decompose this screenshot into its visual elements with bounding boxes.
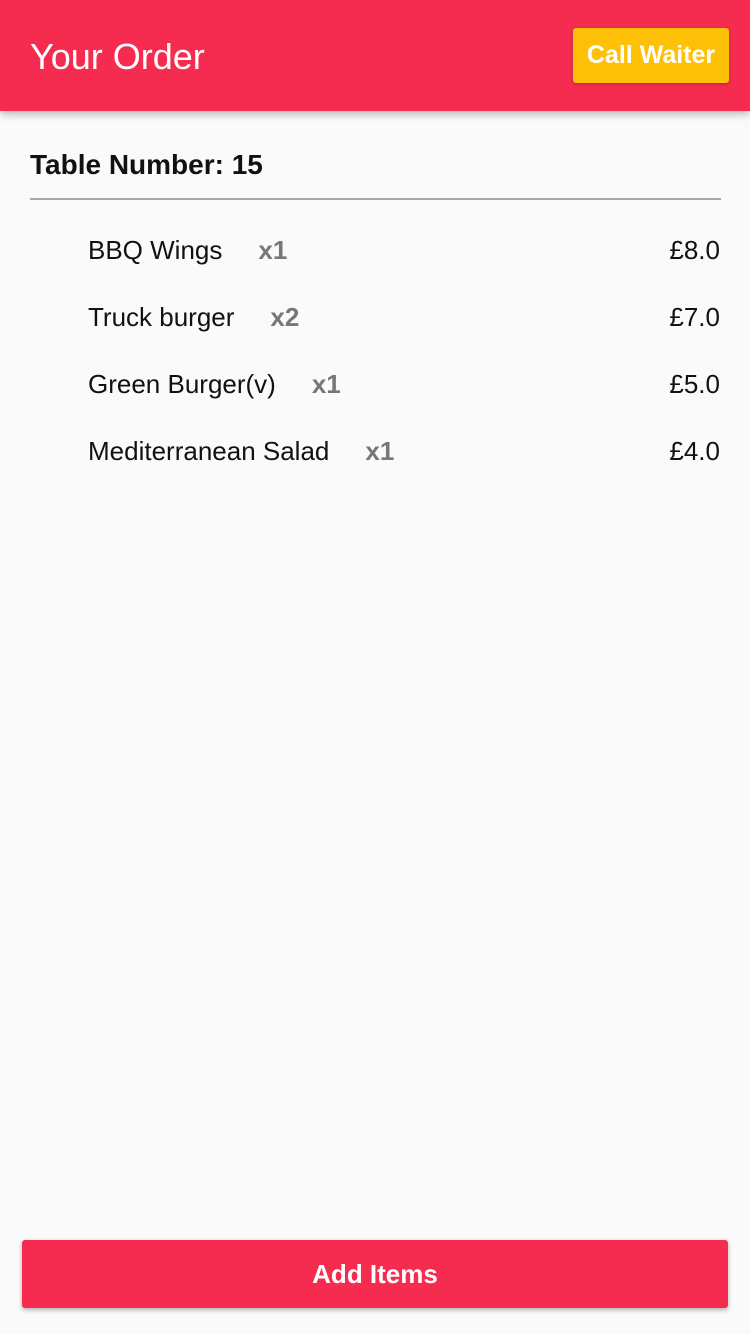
order-item-name: Mediterranean Salad x1 (88, 435, 394, 467)
add-items-button[interactable]: Add Items (22, 1240, 728, 1308)
call-waiter-button[interactable]: Call Waiter (573, 28, 729, 83)
table-number: Table Number: 15 (30, 149, 263, 180)
order-item-price: £7.0 (669, 302, 720, 332)
order-item-name-text: BBQ Wings (88, 235, 223, 265)
order-item: BBQ Wings x1 £8.0 (0, 217, 750, 284)
order-item-price: £5.0 (669, 369, 720, 399)
page-title: Your Order (30, 36, 205, 77)
order-item-price: £8.0 (669, 235, 720, 265)
divider (30, 198, 721, 200)
order-item: Mediterranean Salad x1 £4.0 (0, 418, 750, 485)
order-item-name: BBQ Wings x1 (88, 234, 287, 266)
order-item-quantity: x2 (270, 302, 300, 332)
order-item-quantity: x1 (365, 436, 395, 466)
order-item-name-text: Mediterranean Salad (88, 436, 330, 466)
order-item-price: £4.0 (669, 436, 720, 466)
order-item-quantity: x1 (258, 235, 288, 265)
app-bar: Your Order Call Waiter (0, 0, 750, 111)
order-item: Green Burger(v) x1 £5.0 (0, 351, 750, 418)
order-list: BBQ Wings x1 £8.0 Truck burger x2 £7.0 Gre… (0, 217, 750, 485)
order-item: Truck burger x2 £7.0 (0, 284, 750, 351)
order-item-name-text: Truck burger (88, 302, 235, 332)
order-item-name-text: Green Burger(v) (88, 369, 276, 399)
order-screen: Your Order Call Waiter Table Number: 15 … (0, 0, 750, 1334)
order-item-quantity: x1 (311, 369, 341, 399)
order-item-name: Green Burger(v) x1 (88, 368, 341, 400)
order-item-name: Truck burger x2 (88, 301, 299, 333)
